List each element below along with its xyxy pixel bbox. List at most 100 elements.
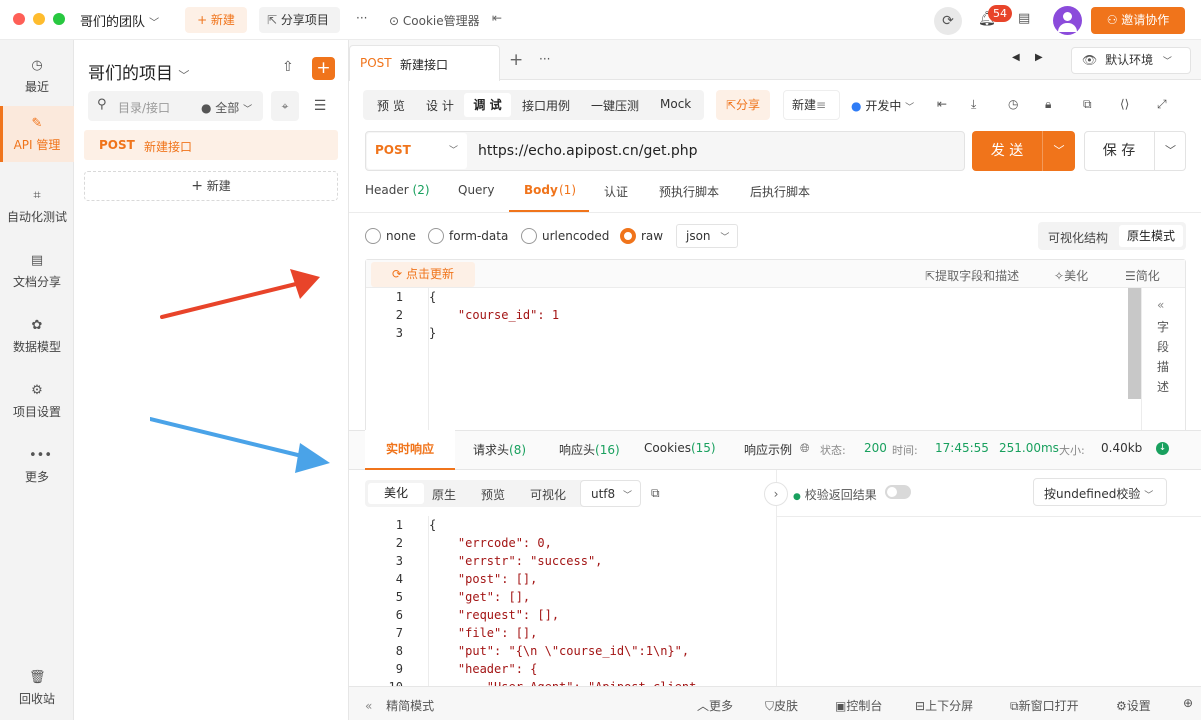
view-mode-visual[interactable]: 可视化结构 xyxy=(1048,229,1108,246)
split-button[interactable]: ⊟上下分屏 xyxy=(915,697,973,714)
sidebar-item-more[interactable]: ••• 更多 xyxy=(0,438,74,494)
radio-raw[interactable] xyxy=(620,228,636,244)
add-icon[interactable]: + xyxy=(312,57,335,80)
more-menu-button[interactable]: ··· xyxy=(356,11,367,25)
view-mode-raw[interactable]: 原生模式 xyxy=(1119,225,1183,247)
help-icon[interactable]: ⊕ xyxy=(1183,696,1193,710)
save-button[interactable]: 保 存 xyxy=(1084,131,1154,171)
sync-icon[interactable]: ⟳ xyxy=(934,7,962,35)
team-switcher[interactable]: 哥们的团队 ﹀ xyxy=(80,11,159,30)
code-line[interactable]: { xyxy=(429,518,436,532)
resp-tab-examples[interactable]: 响应示例 xyxy=(744,441,792,458)
req-tab-header[interactable]: Header (2) xyxy=(365,183,430,197)
editor-scrollbar[interactable] xyxy=(1128,288,1141,399)
encoding-select[interactable]: utf8 ﹀ xyxy=(580,480,641,507)
mode-mock[interactable]: Mock xyxy=(660,97,691,111)
tab-prev-icon[interactable]: ◀ xyxy=(1012,52,1020,63)
code-line[interactable]: } xyxy=(429,326,436,340)
new-dropdown[interactable]: 新建≡ xyxy=(783,90,840,120)
tree-item-api[interactable]: POST 新建接口 xyxy=(84,130,338,160)
mode-design[interactable]: 设 计 xyxy=(426,97,454,114)
tab-more-icon[interactable]: ··· xyxy=(539,52,550,66)
cookie-manager-button[interactable]: ⊙ Cookie管理器 xyxy=(389,12,480,29)
resp-view-visual[interactable]: 可视化 xyxy=(530,486,566,503)
download-icon[interactable]: ⤓ xyxy=(971,97,976,112)
filter-dropdown[interactable]: ● 全部 ﹀ xyxy=(201,99,252,116)
code-line[interactable]: "get": [], xyxy=(429,590,530,604)
collapse-icon[interactable]: ⇤ xyxy=(492,11,502,25)
sidebar-item-docs[interactable]: ▤ 文档分享 xyxy=(0,243,74,299)
copy-icon[interactable]: ⧉ xyxy=(651,486,660,501)
close-window-button[interactable] xyxy=(13,13,25,25)
radio-urlencoded[interactable] xyxy=(521,228,537,244)
console-button[interactable]: ▣控制台 xyxy=(835,697,882,714)
sort-icon[interactable]: ☰ xyxy=(306,91,334,121)
copy-icon[interactable]: ⧉ xyxy=(1083,97,1092,112)
code-line[interactable]: "request": [], xyxy=(429,608,559,622)
sidebar-item-api[interactable]: ✎ API 管理 xyxy=(0,106,74,162)
format-select[interactable]: json ﹀ xyxy=(676,224,738,248)
tab-next-icon[interactable]: ▶ xyxy=(1035,52,1043,63)
code-line[interactable]: "course_id": 1 xyxy=(429,308,559,322)
chevron-right-icon[interactable]: › xyxy=(764,482,788,506)
download-icon[interactable]: ↓ xyxy=(1156,442,1169,455)
share-project-button[interactable]: ⇱ 分享项目 xyxy=(259,7,340,33)
expand-icon[interactable]: ⤢ xyxy=(1157,97,1167,112)
req-tab-prescript[interactable]: 预执行脚本 xyxy=(659,183,719,200)
resp-tab-live[interactable]: 实时响应 xyxy=(365,430,455,470)
save-options-icon[interactable]: ﹀ xyxy=(1154,131,1186,171)
code-icon[interactable]: ⟨⟩ xyxy=(1120,97,1129,111)
code-line[interactable]: "errcode": 0, xyxy=(429,536,552,550)
code-line[interactable]: "header": { xyxy=(429,662,537,676)
code-line[interactable]: "errstr": "success", xyxy=(429,554,603,568)
minimize-window-button[interactable] xyxy=(33,13,45,25)
resp-view-preview[interactable]: 预览 xyxy=(481,486,505,503)
req-tab-auth[interactable]: 认证 xyxy=(604,183,628,200)
skin-button[interactable]: ⛉皮肤 xyxy=(765,697,798,714)
mode-stress[interactable]: 一键压测 xyxy=(591,97,639,114)
radio-form-data[interactable] xyxy=(428,228,444,244)
search-input[interactable]: 目录/接口 xyxy=(118,99,170,116)
dev-status-dropdown[interactable]: ● 开发中 ﹀ xyxy=(851,97,914,114)
collapse-left-icon[interactable]: « xyxy=(1157,298,1164,312)
mode-cases[interactable]: 接口用例 xyxy=(522,97,570,114)
verify-mode-select[interactable]: 按undefined校验 ﹀ xyxy=(1033,478,1167,506)
notes-icon[interactable]: ▤ xyxy=(1018,11,1030,26)
resp-view-beautify[interactable]: 美化 xyxy=(368,483,424,504)
sidebar-item-models[interactable]: ✿ 数据模型 xyxy=(0,308,74,364)
locate-icon[interactable]: ⌖ xyxy=(271,91,299,121)
avatar[interactable] xyxy=(1053,6,1082,35)
share-api-button[interactable]: ⇱分享 xyxy=(716,90,770,120)
url-input[interactable]: https://echo.apipost.cn/get.php xyxy=(478,143,698,159)
simple-mode-button[interactable]: « 精简模式 xyxy=(365,697,434,714)
sidebar-item-recent[interactable]: ◷ 最近 xyxy=(0,48,74,104)
new-api-button[interactable]: + 新建 xyxy=(84,171,338,201)
req-tab-query[interactable]: Query xyxy=(458,183,494,197)
sidebar-item-trash[interactable]: 🗑︎ 回收站 xyxy=(0,660,74,716)
send-button[interactable]: 发 送 xyxy=(972,131,1042,171)
resp-tab-cookies[interactable]: Cookies(15) xyxy=(644,441,716,455)
new-button[interactable]: + 新建 xyxy=(185,7,247,33)
send-options-icon[interactable]: ﹀ xyxy=(1042,131,1075,171)
sidebar-item-settings[interactable]: ⚙ 项目设置 xyxy=(0,373,74,429)
resp-tab-req-headers[interactable]: 请求头(8) xyxy=(473,441,526,458)
history-icon[interactable]: ◷ xyxy=(1008,97,1018,111)
import-icon[interactable]: ⇧ xyxy=(282,59,294,75)
mode-preview[interactable]: 预 览 xyxy=(377,97,405,114)
code-line[interactable]: "post": [], xyxy=(429,572,537,586)
bottom-more-button[interactable]: ︿更多 xyxy=(697,697,733,714)
project-title-dropdown[interactable]: 哥们的项目 ﹀ xyxy=(88,59,189,84)
method-select[interactable]: POST ﹀ xyxy=(367,133,467,169)
resp-view-raw[interactable]: 原生 xyxy=(432,486,456,503)
sidebar-item-automation[interactable]: ⌗ 自动化测试 xyxy=(0,178,74,234)
req-tab-postscript[interactable]: 后执行脚本 xyxy=(750,183,810,200)
beautify-button[interactable]: ✧美化 xyxy=(1054,267,1088,284)
verify-toggle[interactable] xyxy=(885,485,911,499)
code-line[interactable]: "put": "{\n \"course_id\":1\n}", xyxy=(429,644,689,658)
indent-icon[interactable]: ⇤ xyxy=(937,97,947,111)
lock-icon[interactable]: 🔒︎ xyxy=(1045,97,1051,112)
new-window-button[interactable]: ⧉新窗口打开 xyxy=(1010,697,1079,714)
settings-button[interactable]: ⚙设置 xyxy=(1116,697,1151,714)
add-tab-icon[interactable]: + xyxy=(509,50,523,70)
environment-selector[interactable]: 👁︎ 默认环境 ﹀ xyxy=(1071,47,1191,74)
